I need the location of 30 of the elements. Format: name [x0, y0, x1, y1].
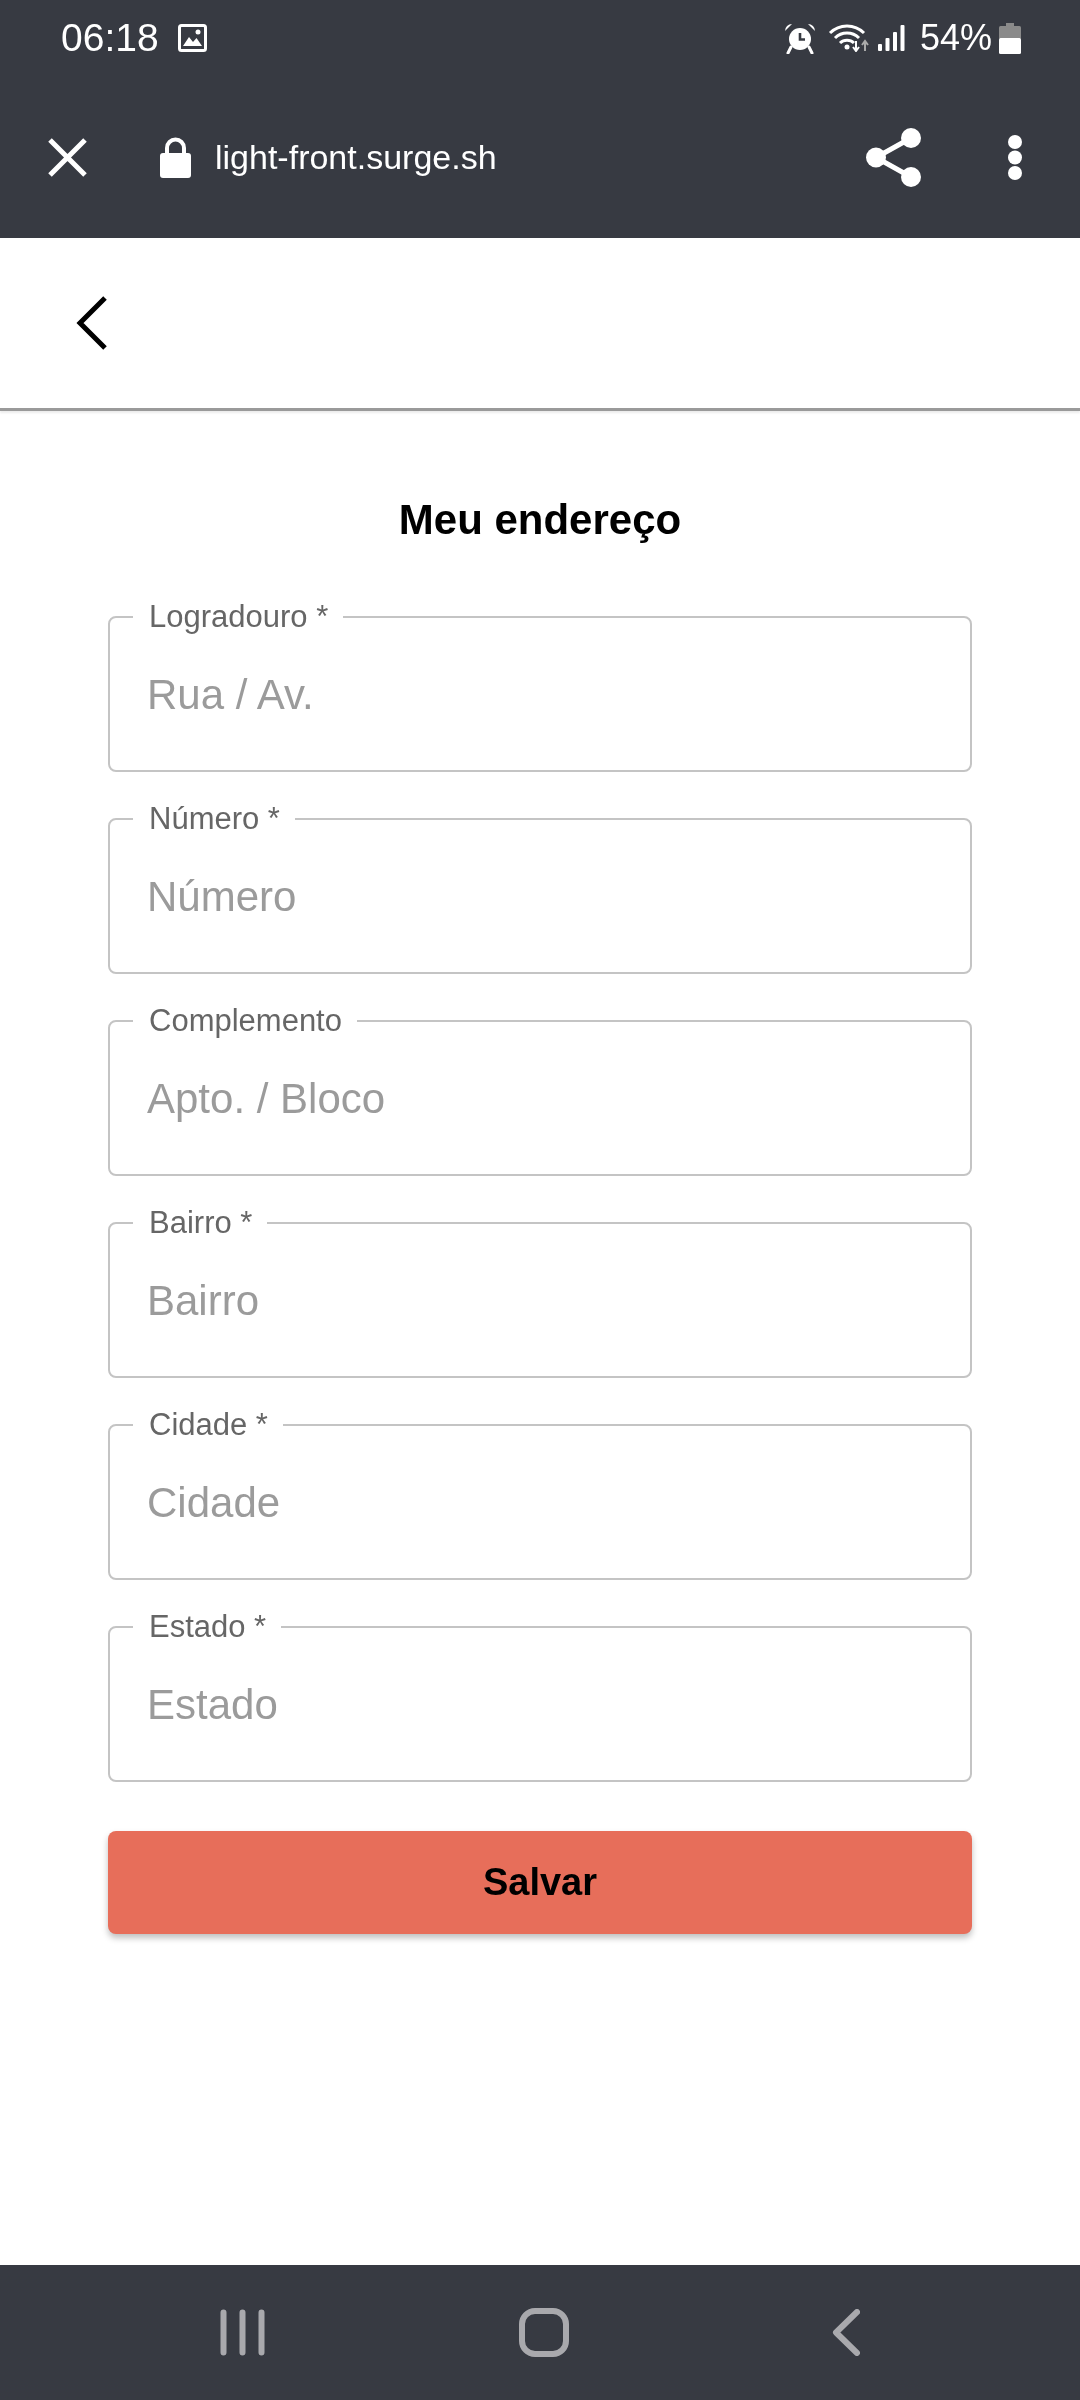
text-input[interactable]: Rua / Av. [110, 635, 970, 755]
text-input[interactable]: Cidade [110, 1443, 970, 1563]
field-label: Número * [148, 801, 281, 837]
field-label: Complemento [148, 1003, 343, 1039]
page-title: Meu endereço [397, 495, 683, 545]
status-time: 06:18 [61, 16, 159, 60]
chevron-left-icon [832, 2309, 860, 2356]
url-text[interactable]: light-front.surge.sh [215, 137, 497, 177]
signal-icon [877, 25, 905, 51]
text-input[interactable]: Número [110, 837, 970, 957]
recent-apps-icon [219, 2309, 265, 2356]
field-label: Logradouro * [148, 599, 330, 635]
more-icon [1007, 133, 1023, 181]
chevron-left-icon [74, 296, 107, 350]
share-icon [866, 127, 921, 187]
field-label: Bairro * [148, 1205, 254, 1241]
wifi-icon [827, 24, 870, 52]
home-icon [519, 2308, 569, 2357]
text-input[interactable]: Apto. / Bloco [110, 1039, 970, 1159]
save-button[interactable]: Salvar [108, 1831, 972, 1934]
field-label: Estado * [148, 1609, 268, 1645]
battery-icon [999, 22, 1021, 54]
close-icon [47, 136, 88, 178]
alarm-clock-icon [782, 22, 817, 54]
text-input[interactable]: Estado [110, 1645, 970, 1765]
battery-percentage: 54% [919, 16, 992, 60]
lock-icon [160, 136, 191, 178]
field-label: Cidade * [148, 1407, 269, 1443]
image-icon [177, 24, 207, 52]
text-input[interactable]: Bairro [110, 1241, 970, 1361]
